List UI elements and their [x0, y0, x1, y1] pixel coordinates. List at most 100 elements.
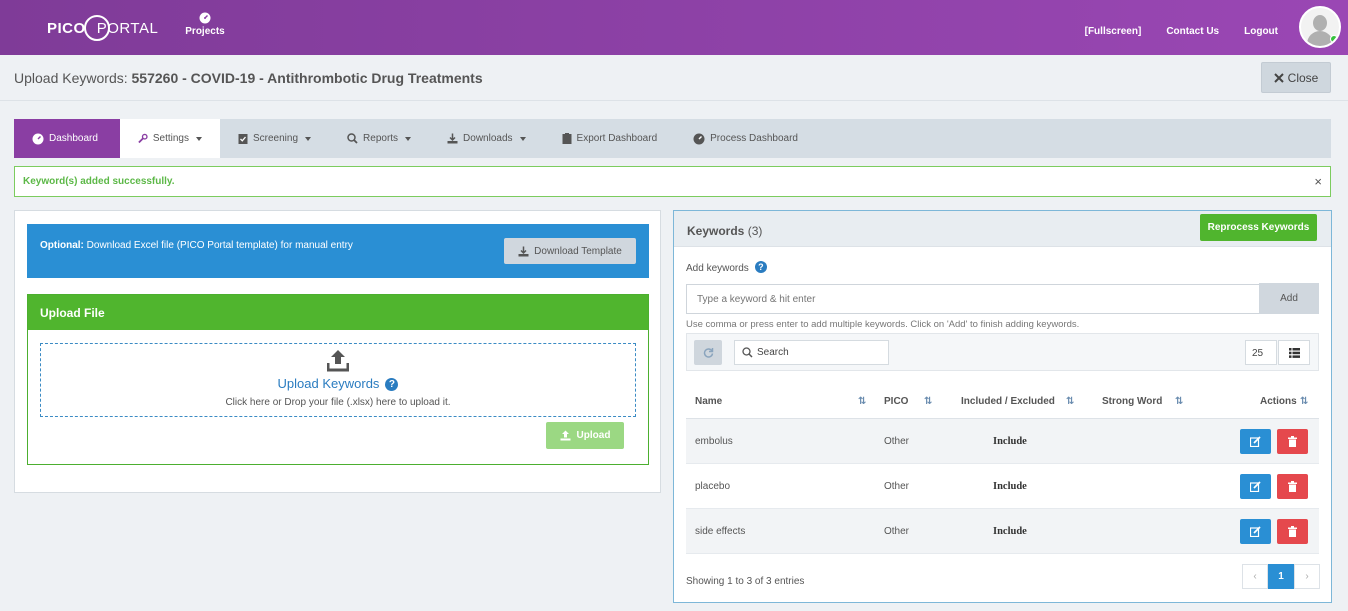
download-template-button[interactable]: Download Template — [504, 238, 636, 264]
upload-button-label: Upload — [576, 430, 611, 441]
pagination-page-1[interactable]: 1 — [1268, 564, 1294, 589]
close-icon — [1273, 72, 1284, 83]
chevron-down-icon — [405, 136, 412, 141]
tab-dashboard[interactable]: Dashboard — [14, 119, 120, 158]
upload-button[interactable]: Upload — [546, 422, 624, 449]
help-icon[interactable]: ? — [754, 261, 767, 273]
fullscreen-link[interactable]: [Fullscreen] — [1085, 26, 1142, 37]
tab-screening[interactable]: Screening — [220, 119, 329, 158]
edit-icon — [1250, 436, 1261, 447]
logout-link[interactable]: Logout — [1244, 26, 1278, 37]
pagination-prev[interactable]: ‹ — [1242, 564, 1268, 589]
sort-icon[interactable]: ⇅ — [1066, 396, 1075, 407]
keyword-input[interactable] — [686, 284, 1260, 314]
close-button[interactable]: Close — [1261, 62, 1331, 93]
keyword-pico: Other — [884, 526, 910, 537]
column-header-name[interactable]: Name — [695, 396, 722, 407]
add-keywords-label: Add keywords? — [686, 261, 767, 274]
wrench-icon — [138, 133, 148, 144]
tab-settings[interactable]: Settings — [120, 119, 220, 158]
alert-close-icon[interactable]: × — [1314, 174, 1322, 189]
success-alert-message: Keyword(s) added successfully. — [23, 176, 175, 187]
entries-info: Showing 1 to 3 of 3 entries — [686, 576, 805, 587]
trash-icon — [1288, 481, 1297, 492]
keywords-table: Name ⇅ PICO ⇅ Included / Excluded ⇅ Stro… — [686, 383, 1319, 554]
dashboard-icon — [199, 12, 211, 24]
keyword-status: Include — [993, 526, 1027, 537]
delete-keyword-button[interactable] — [1277, 474, 1308, 499]
page-size-select[interactable]: 25 — [1245, 340, 1277, 365]
gauge-icon — [693, 133, 705, 144]
keyword-pico: Other — [884, 436, 910, 447]
tab-process-dashboard-label: Process Dashboard — [710, 133, 798, 144]
keyword-pico: Other — [884, 481, 910, 492]
reprocess-keywords-button[interactable]: Reprocess Keywords — [1200, 214, 1317, 241]
sort-icon[interactable]: ⇅ — [1300, 396, 1309, 407]
column-toggle-button[interactable] — [1278, 340, 1310, 365]
clipboard-check-icon — [238, 134, 248, 144]
tab-export-dashboard[interactable]: Export Dashboard — [544, 119, 676, 158]
template-download-banner: Optional: Download Excel file (PICO Port… — [27, 224, 649, 278]
tab-screening-label: Screening — [253, 133, 299, 144]
tab-dashboard-label: Dashboard — [49, 133, 98, 144]
keywords-panel-header: Keywords (3) Reprocess Keywords — [674, 211, 1331, 247]
file-dropzone[interactable]: Upload Keywords? Click here or Drop your… — [40, 343, 636, 417]
delete-keyword-button[interactable] — [1277, 519, 1308, 544]
keywords-title: Keywords (3) — [687, 224, 762, 238]
table-row: placebo Other Include — [686, 464, 1319, 509]
template-download-text: Optional: Download Excel file (PICO Port… — [40, 240, 353, 251]
sort-icon[interactable]: ⇅ — [858, 396, 867, 407]
tab-downloads[interactable]: Downloads — [429, 119, 543, 158]
column-header-pico[interactable]: PICO — [884, 396, 908, 407]
edit-icon — [1250, 481, 1261, 492]
refresh-button[interactable] — [694, 340, 722, 365]
keyword-name: placebo — [695, 481, 731, 492]
search-placeholder: Search — [757, 347, 789, 358]
table-search-input[interactable]: Search — [734, 340, 889, 365]
avatar-head-shape — [1313, 15, 1327, 31]
sort-icon[interactable]: ⇅ — [1175, 396, 1184, 407]
keyword-name: embolus — [695, 436, 733, 447]
column-header-included[interactable]: Included / Excluded — [961, 396, 1055, 407]
chevron-down-icon — [196, 136, 202, 141]
chevron-down-icon — [519, 136, 526, 141]
sort-icon[interactable]: ⇅ — [924, 396, 933, 407]
delete-keyword-button[interactable] — [1277, 429, 1308, 454]
page-title: Upload Keywords: 557260 - COVID-19 - Ant… — [14, 70, 483, 86]
page-title-prefix: Upload Keywords: — [14, 70, 128, 86]
trash-icon — [1288, 526, 1297, 537]
pico-portal-logo[interactable]: PICO PORTAL — [47, 14, 158, 42]
keyword-helper-text: Use comma or press enter to add multiple… — [686, 319, 1080, 330]
close-button-label: Close — [1287, 70, 1319, 85]
user-avatar[interactable] — [1299, 6, 1341, 48]
tab-downloads-label: Downloads — [463, 133, 513, 144]
upload-panel: Optional: Download Excel file (PICO Port… — [14, 210, 661, 493]
tab-reports[interactable]: Reports — [329, 119, 429, 158]
projects-label: Projects — [185, 26, 225, 37]
tab-export-dashboard-label: Export Dashboard — [576, 133, 658, 144]
upload-file-title: Upload File — [28, 295, 648, 330]
keyword-status: Include — [993, 436, 1027, 447]
help-icon[interactable]: ? — [385, 378, 399, 391]
contact-us-link[interactable]: Contact Us — [1166, 26, 1219, 37]
keyword-name: side effects — [695, 526, 746, 537]
fullscreen-label: Fullscreen — [1087, 26, 1138, 37]
column-header-strong-word[interactable]: Strong Word — [1102, 396, 1162, 407]
add-keyword-button[interactable]: Add — [1259, 283, 1319, 314]
keywords-panel: Keywords (3) Reprocess Keywords Add keyw… — [673, 210, 1332, 603]
list-icon — [1288, 347, 1300, 358]
keywords-title-label: Keywords — [687, 224, 745, 238]
tab-process-dashboard[interactable]: Process Dashboard — [675, 119, 816, 158]
table-toolbar: Search 25 — [686, 333, 1319, 371]
edit-keyword-button[interactable] — [1240, 474, 1271, 499]
projects-link[interactable]: Projects — [183, 12, 227, 37]
upload-icon — [560, 430, 571, 441]
keywords-count: (3) — [747, 224, 763, 238]
download-icon — [518, 246, 529, 256]
search-icon — [347, 133, 358, 144]
upload-icon — [327, 350, 349, 372]
edit-keyword-button[interactable] — [1240, 519, 1271, 544]
dropzone-instructions: Click here or Drop your file (.xlsx) her… — [225, 397, 451, 408]
pagination-next[interactable]: › — [1294, 564, 1320, 589]
edit-keyword-button[interactable] — [1240, 429, 1271, 454]
